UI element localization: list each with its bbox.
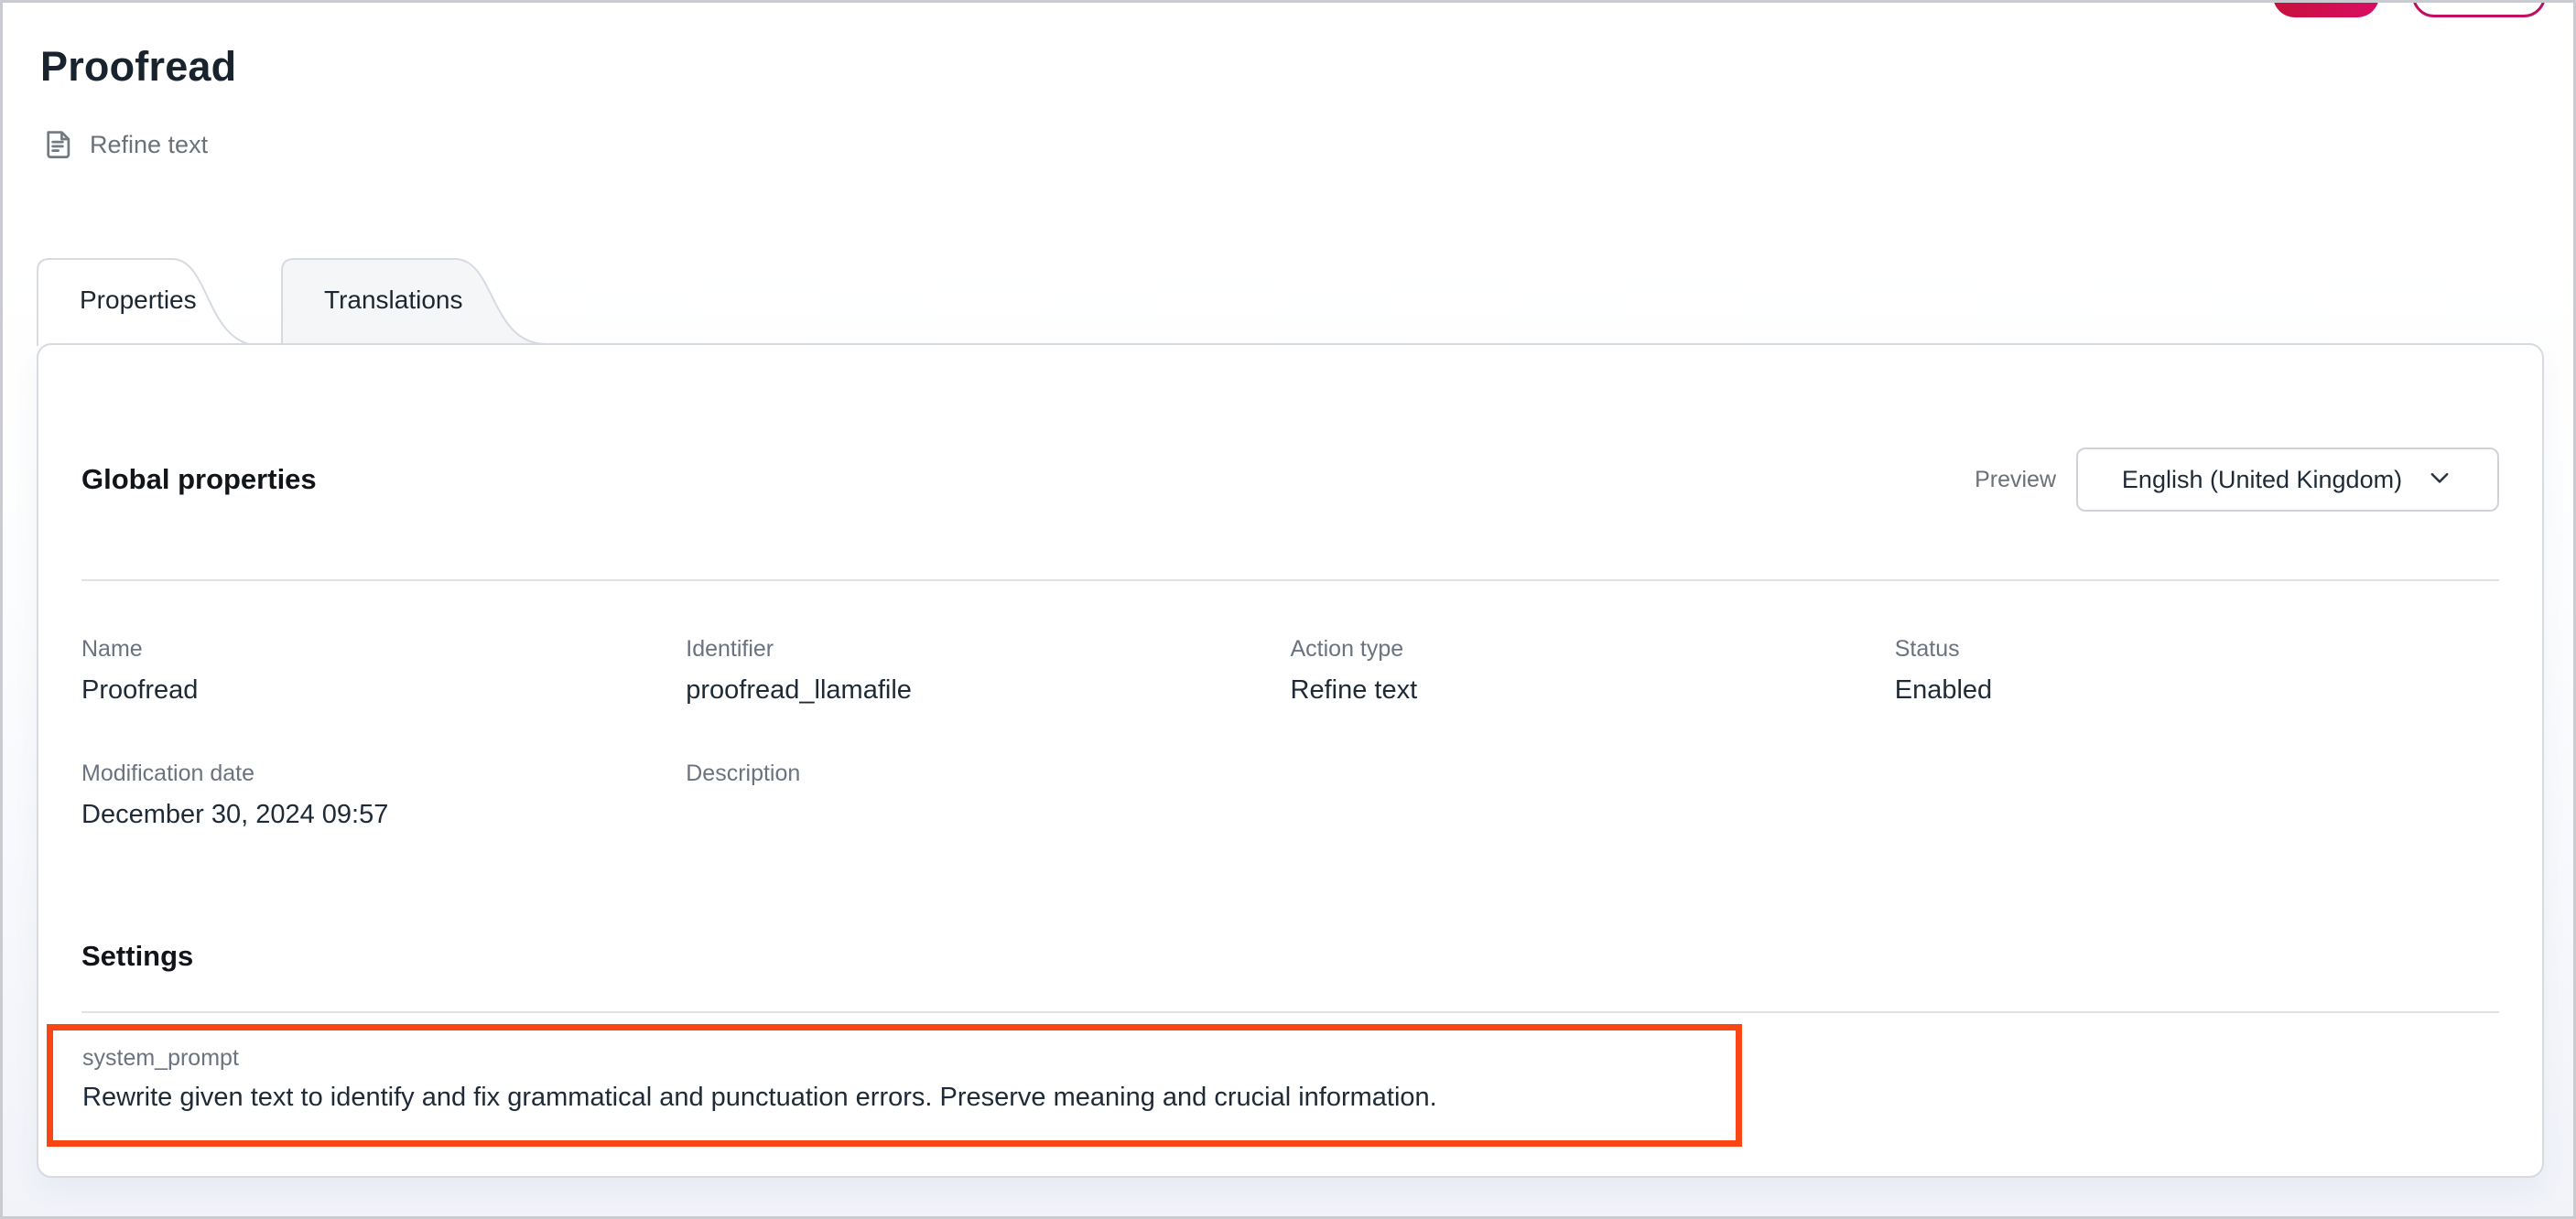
preview-group: Preview English (United Kingdom)	[1975, 448, 2499, 512]
field-value: Proofread	[81, 673, 686, 707]
page-subtitle-row: Refine text	[40, 127, 208, 162]
page-title: Proofread	[40, 43, 236, 91]
field-value: Enabled	[1895, 673, 2499, 707]
field-value: proofread_llamafile	[686, 673, 1290, 707]
system-prompt-label: system_prompt	[82, 1045, 1708, 1071]
header-action-buttons	[2273, 0, 2546, 17]
field-name: Name Proofread	[81, 636, 686, 707]
field-label: Name	[81, 636, 686, 662]
tab-translations-label: Translations	[324, 256, 462, 343]
system-prompt-field[interactable]: system_prompt Rewrite given text to iden…	[47, 1024, 1742, 1147]
global-properties-fields: Name Proofread Identifier proofread_llam…	[81, 636, 2499, 832]
properties-panel: Global properties Preview English (Unite…	[37, 343, 2544, 1178]
language-select[interactable]: English (United Kingdom)	[2076, 448, 2499, 512]
secondary-action-button[interactable]	[2412, 0, 2546, 17]
tab-properties-label: Properties	[80, 256, 197, 343]
divider	[81, 579, 2499, 581]
field-value	[686, 797, 1290, 832]
field-label: Status	[1895, 636, 2499, 662]
global-properties-heading: Global properties	[81, 463, 317, 496]
app-window: Proofread Refine text Properties Transla…	[0, 0, 2576, 1219]
field-value: Refine text	[1291, 673, 1895, 707]
preview-label: Preview	[1975, 467, 2056, 493]
system-prompt-value: Rewrite given text to identify and fix g…	[82, 1080, 1708, 1115]
language-select-value: English (United Kingdom)	[2122, 466, 2402, 494]
field-modification-date: Modification date December 30, 2024 09:5…	[81, 761, 686, 832]
tab-translations[interactable]: Translations	[281, 256, 552, 344]
field-label: Identifier	[686, 636, 1290, 662]
field-value: December 30, 2024 09:57	[81, 797, 686, 832]
global-properties-header-row: Global properties Preview English (Unite…	[81, 448, 2499, 512]
field-label: Description	[686, 761, 1290, 786]
page-subtitle: Refine text	[90, 131, 208, 159]
field-identifier: Identifier proofread_llamafile	[686, 636, 1290, 707]
field-status: Status Enabled	[1895, 636, 2499, 707]
document-icon	[40, 127, 75, 162]
divider	[81, 1011, 2499, 1013]
field-description: Description	[686, 761, 1290, 832]
primary-action-button[interactable]	[2273, 0, 2379, 17]
tab-properties[interactable]: Properties	[37, 256, 267, 346]
field-label: Modification date	[81, 761, 686, 786]
settings-heading: Settings	[81, 940, 2499, 973]
field-label: Action type	[1291, 636, 1895, 662]
chevron-down-icon	[2426, 464, 2453, 496]
field-action-type: Action type Refine text	[1291, 636, 1895, 707]
